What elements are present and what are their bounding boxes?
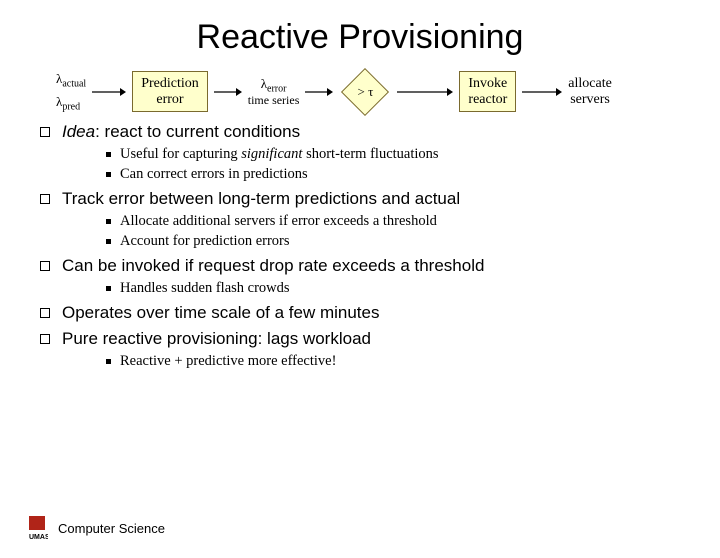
arrow-icon <box>397 85 453 99</box>
arrow-icon <box>92 85 126 99</box>
threshold-decision: > τ <box>339 72 391 112</box>
error-timeseries-label: λerror time series <box>248 76 300 108</box>
box-text: Prediction <box>141 76 199 91</box>
list-item: Track error between long-term prediction… <box>40 189 720 250</box>
invoke-reactor-box: Invoke reactor <box>459 71 516 112</box>
box-text: reactor <box>468 92 507 107</box>
prediction-error-box: Prediction error <box>132 71 208 112</box>
box-text: Invoke <box>468 76 507 91</box>
list-item: Reactive + predictive more effective! <box>106 353 720 370</box>
arrow-icon <box>305 85 333 99</box>
lambda-actual: λactual <box>56 71 86 90</box>
idea-prefix: Idea <box>62 122 95 141</box>
list-item: Account for prediction errors <box>106 233 720 250</box>
list-item: Idea: react to current conditions Useful… <box>40 122 720 183</box>
umass-logo-icon: UMASS <box>26 514 48 542</box>
bullet-list: Idea: react to current conditions Useful… <box>0 122 720 370</box>
flow-diagram: λactual λpred Prediction error λerror ti… <box>56 71 720 112</box>
slide-title: Reactive Provisioning <box>0 18 720 57</box>
list-item: Allocate additional servers if error exc… <box>106 213 720 230</box>
box-text: error <box>156 92 183 107</box>
list-item: Can correct errors in predictions <box>106 166 720 183</box>
arrow-icon <box>214 85 242 99</box>
diamond-text: > τ <box>357 84 373 100</box>
list-item: Pure reactive provisioning: lags workloa… <box>40 329 720 370</box>
lambda-pred: λpred <box>56 94 86 113</box>
list-item: Handles sudden flash crowds <box>106 280 720 297</box>
allocate-servers-label: allocate servers <box>568 76 612 107</box>
arrow-icon <box>522 85 562 99</box>
list-item: Operates over time scale of a few minute… <box>40 303 720 323</box>
list-item: Can be invoked if request drop rate exce… <box>40 256 720 297</box>
list-item: Useful for capturing significant short-t… <box>106 146 720 163</box>
bullet-text: : react to current conditions <box>95 122 300 141</box>
footer-text: Computer Science <box>58 521 165 536</box>
footer: UMASS Computer Science <box>26 514 165 542</box>
diagram-inputs: λactual λpred <box>56 71 86 112</box>
